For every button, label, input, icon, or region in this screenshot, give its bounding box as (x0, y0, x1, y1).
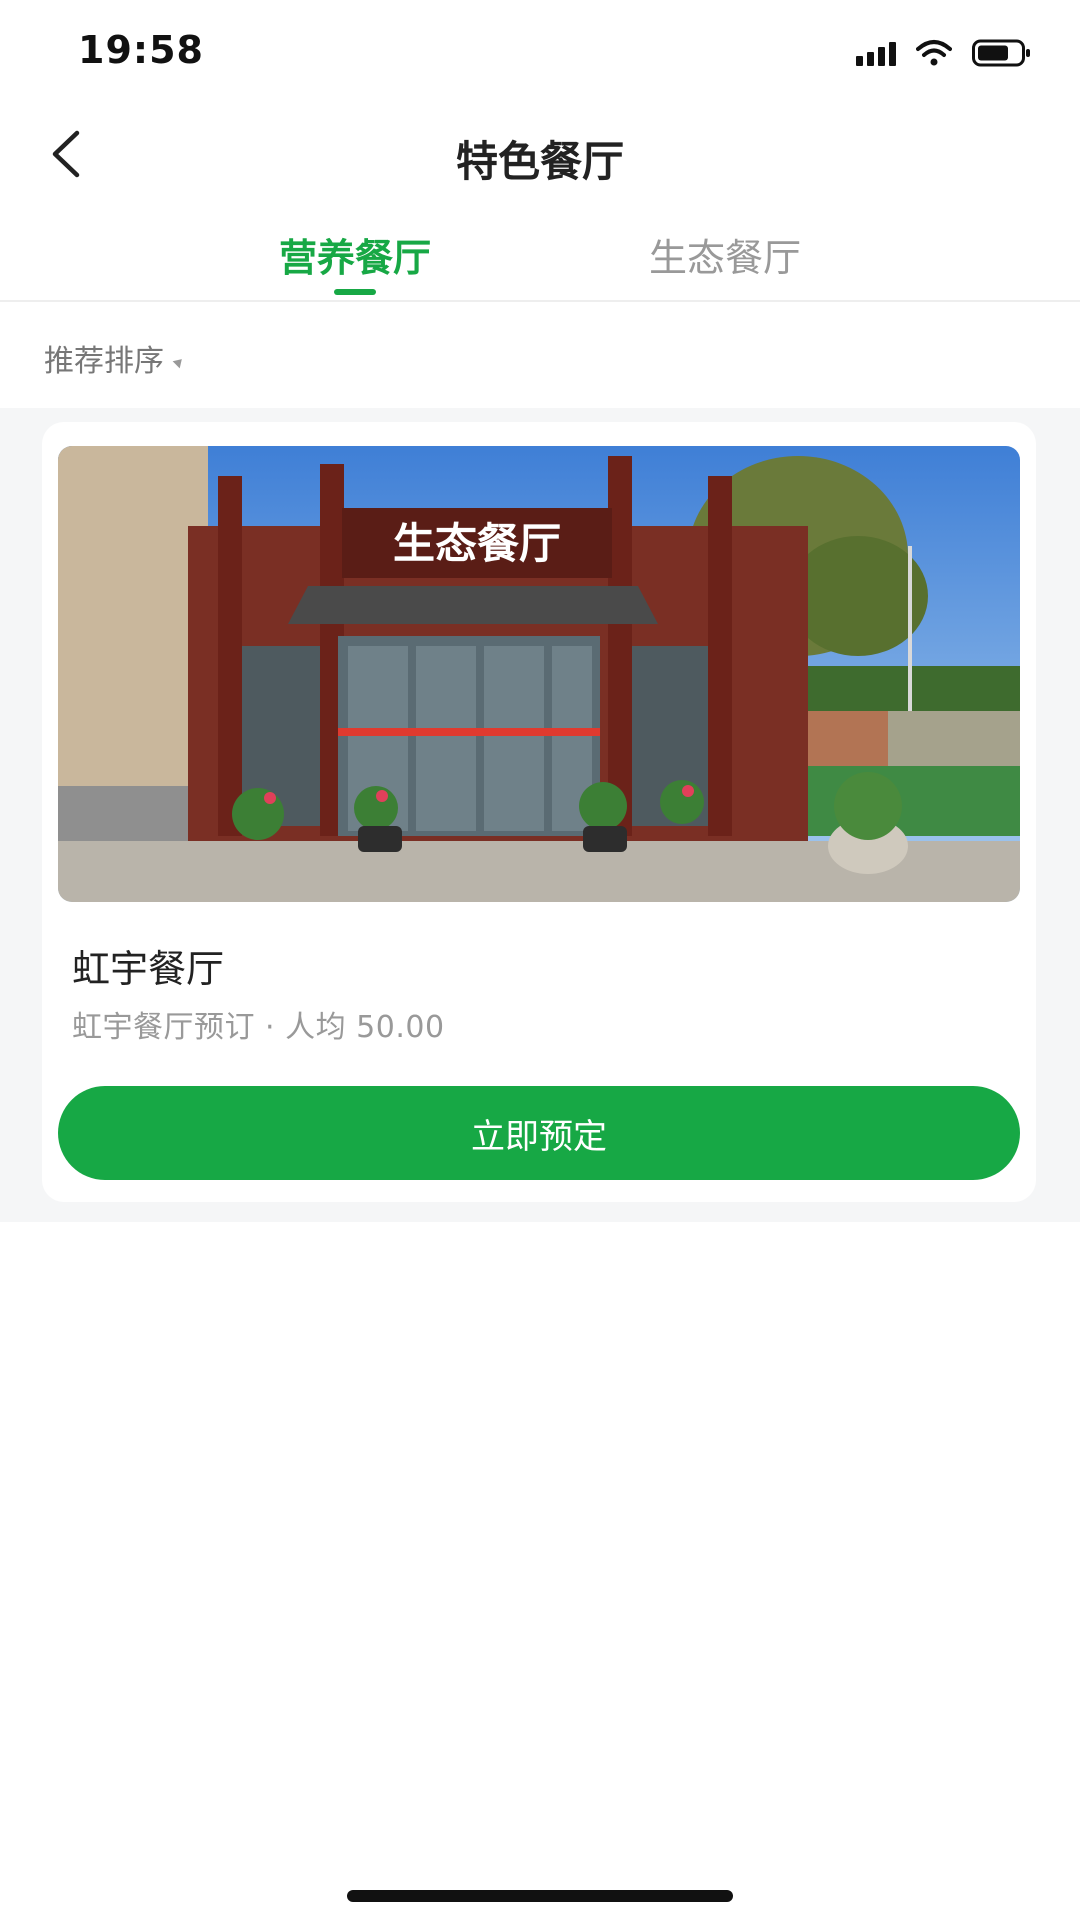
restaurant-meta: 虹宇餐厅预订 · 人均 50.00 (72, 1010, 445, 1045)
book-now-button[interactable]: 立即预定 (58, 1086, 1020, 1180)
restaurant-list: 生态餐厅 虹宇餐厅 虹宇餐厅预订 · 人均 50.00 立即预定 (0, 408, 1080, 1222)
sort-row: 推荐排序 (0, 302, 1080, 408)
status-icons (856, 38, 1032, 68)
battery-icon (972, 39, 1032, 67)
sort-caret-icon (172, 355, 186, 369)
home-indicator (347, 1890, 733, 1902)
photo-sign-text: 生态餐厅 (393, 519, 561, 568)
status-time: 19:58 (78, 28, 204, 72)
restaurant-card[interactable]: 生态餐厅 虹宇餐厅 虹宇餐厅预订 · 人均 50.00 立即预定 (42, 422, 1036, 1202)
tab-bar: 营养餐厅 生态餐厅 (0, 215, 1080, 302)
active-tab-indicator (334, 289, 376, 295)
sort-dropdown[interactable]: 推荐排序 (44, 336, 186, 380)
tab-nutrition-restaurant[interactable]: 营养餐厅 (250, 227, 460, 282)
restaurant-name: 虹宇餐厅 (72, 947, 225, 991)
signal-icon (856, 40, 896, 66)
wifi-icon (916, 39, 952, 67)
sort-label: 推荐排序 (44, 344, 164, 379)
status-bar: 19:58 (0, 0, 1080, 100)
restaurant-photo: 生态餐厅 (58, 446, 1020, 902)
tab-eco-restaurant[interactable]: 生态餐厅 (620, 227, 830, 282)
nav-bar: 特色餐厅 (0, 110, 1080, 200)
page-title: 特色餐厅 (455, 137, 624, 186)
